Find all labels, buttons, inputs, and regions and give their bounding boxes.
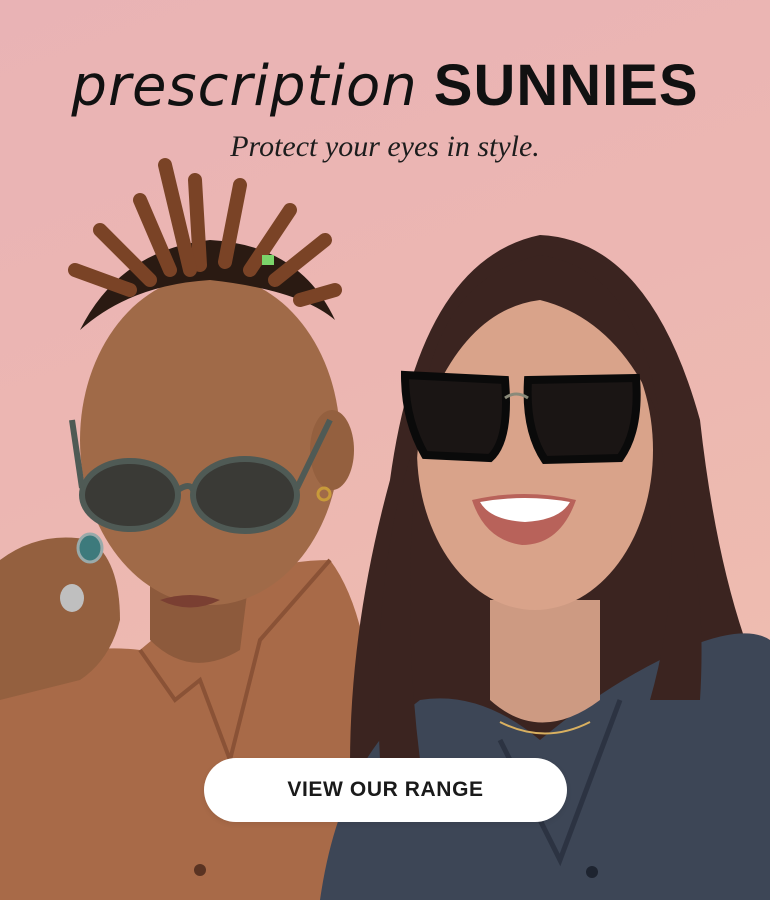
- banner-subline: Protect your eyes in style.: [230, 130, 540, 163]
- promo-banner: prescription SUNNIES Protect your eyes in…: [0, 0, 770, 900]
- headline-bold-text: SUNNIES: [433, 53, 699, 118]
- headline-script-text: prescription: [71, 54, 418, 119]
- view-our-range-button[interactable]: VIEW OUR RANGE: [204, 758, 567, 822]
- banner-headline: prescription SUNNIES: [0, 52, 770, 119]
